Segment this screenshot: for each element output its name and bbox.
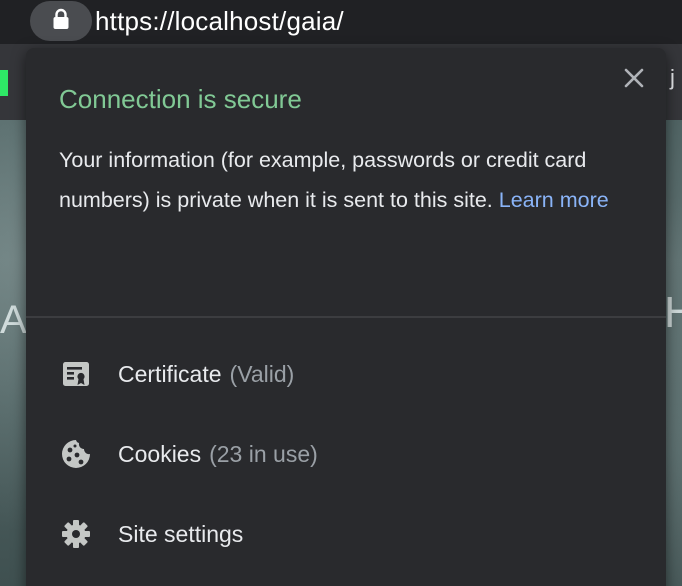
background-glyph-right: H	[664, 288, 682, 337]
url-field[interactable]: https://localhost/gaia/	[95, 4, 344, 38]
cookies-item: Cookies (23 in use)	[118, 441, 318, 468]
certificate-item: Certificate (Valid)	[118, 361, 294, 388]
browser-window: A H j https://localhost/gaia/ Connection…	[0, 0, 682, 586]
gear-icon	[60, 518, 92, 550]
lock-icon	[52, 8, 70, 35]
divider	[26, 316, 666, 318]
tab-indicator	[0, 70, 8, 96]
certificate-icon	[60, 358, 92, 390]
cookies-row[interactable]: Cookies (23 in use)	[26, 414, 666, 494]
close-button[interactable]	[622, 66, 646, 90]
site-settings-label: Site settings	[118, 520, 244, 547]
security-title: Connection is secure	[59, 84, 302, 114]
cookies-count: (23 in use)	[209, 440, 318, 467]
certificate-status: (Valid)	[229, 360, 295, 387]
certificate-label: Certificate	[118, 360, 222, 387]
learn-more-link[interactable]: Learn more	[499, 188, 609, 212]
omnibox: https://localhost/gaia/	[0, 0, 682, 44]
site-info-button[interactable]	[30, 1, 92, 41]
page-info-bubble: Connection is secure Your information (f…	[26, 48, 666, 586]
site-settings-row[interactable]: Site settings	[26, 494, 666, 574]
close-icon	[622, 68, 646, 94]
background-glyph-left: A	[0, 298, 27, 342]
cookie-icon	[60, 438, 92, 470]
cookies-label: Cookies	[118, 440, 202, 467]
security-description: Your information (for example, passwords…	[59, 140, 644, 220]
certificate-row[interactable]: Certificate (Valid)	[26, 334, 666, 414]
bookmark-label-partial[interactable]: j	[670, 65, 675, 91]
